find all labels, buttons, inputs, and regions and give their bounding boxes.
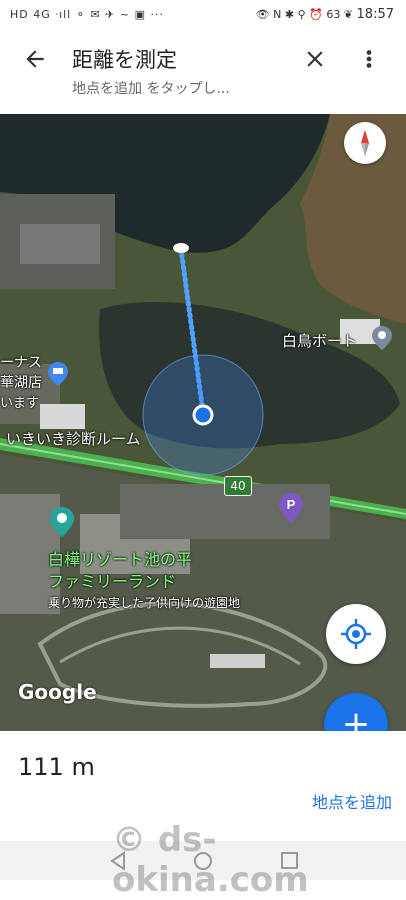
arrow-left-icon[interactable] (22, 46, 52, 76)
distance-value: 111 m (18, 753, 95, 781)
parking-icon[interactable]: P (279, 493, 303, 523)
page-subtitle: 地点を追加 をタップし... (72, 81, 230, 97)
status-left-icons: HD 4G ᐧıll ⚬ ✉ ✈ ~ ▣ ··· (10, 8, 164, 21)
page-title: 距離を測定 (72, 48, 177, 72)
map-label-boat[interactable]: 白鳥ボート (282, 330, 357, 351)
app-header: 距離を測定 地点を追加 をタップし... (0, 30, 406, 114)
map-label-shop-3[interactable]: います (0, 392, 39, 411)
close-icon[interactable] (302, 46, 328, 78)
boat-pin-icon[interactable] (372, 326, 392, 350)
status-right-icons: 👁 N ✱ ⚲ ⏰ 63 ❦ (255, 8, 354, 21)
svg-text:P: P (287, 497, 296, 512)
status-time: 18:57 (356, 7, 394, 22)
map-label-shop-1[interactable]: ーナス (0, 352, 42, 372)
compass-icon[interactable] (344, 122, 386, 164)
map-label-shop-2[interactable]: 華湖店 (0, 372, 42, 392)
add-point-button[interactable]: 地点を追加 (312, 789, 392, 813)
map-label-resort-name-1[interactable]: 白樺リゾート池の平 (48, 546, 192, 570)
satellite-map[interactable]: 白鳥ボート ーナス 華湖店 います いきいき診断ルーム 40 P 白樺リゾート池… (0, 114, 406, 731)
watermark: © ds-okina.com (112, 820, 309, 900)
my-location-icon[interactable] (326, 604, 386, 664)
status-bar: HD 4G ᐧıll ⚬ ✉ ✈ ~ ▣ ··· 👁 N ✱ ⚲ ⏰ 63 ❦ … (0, 0, 406, 30)
more-vert-icon[interactable] (362, 46, 376, 78)
shop-pin-icon[interactable] (48, 362, 68, 386)
google-logo: Google (18, 680, 97, 704)
status-right: 👁 N ✱ ⚲ ⏰ 63 ❦ 18:57 (256, 7, 394, 22)
map-label-resort-name-2[interactable]: ファミリーランド (48, 568, 176, 592)
map-label-resort-desc[interactable]: 乗り物が充実した子供向けの遊園地 (48, 594, 240, 611)
route-40-shield: 40 (224, 476, 252, 496)
park-pin-icon[interactable] (50, 507, 74, 537)
map-label-clinic[interactable]: いきいき診断ルーム (6, 428, 141, 449)
